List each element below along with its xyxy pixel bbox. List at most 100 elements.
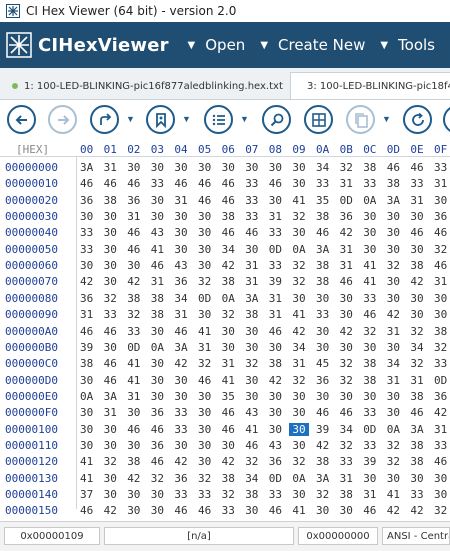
byte-cell[interactable]: 38 <box>410 390 430 403</box>
byte-cell[interactable]: 42 <box>222 259 242 272</box>
byte-cell[interactable]: 46 <box>316 226 336 239</box>
byte-cell[interactable]: 32 <box>292 374 312 387</box>
byte-cell[interactable]: 32 <box>387 439 407 452</box>
byte-cell[interactable]: 30 <box>151 488 171 501</box>
byte-cell[interactable]: 46 <box>127 226 147 239</box>
byte-cell[interactable]: 46 <box>269 504 289 517</box>
byte-cell[interactable]: 31 <box>127 210 147 223</box>
byte-cell[interactable]: 30 <box>222 161 242 174</box>
byte-cell[interactable]: 43 <box>245 406 265 419</box>
byte-cell[interactable]: 46 <box>104 325 124 338</box>
byte-cell[interactable]: 31 <box>434 275 450 288</box>
byte-cell[interactable]: 30 <box>316 292 336 305</box>
byte-cell[interactable]: 36 <box>316 374 336 387</box>
byte-cell[interactable]: 30 <box>316 325 336 338</box>
byte-cell[interactable]: 46 <box>434 455 450 468</box>
tab-file-1[interactable]: 1: 100-LED-BLINKING-pic16f877aledblinkin… <box>12 72 283 99</box>
byte-cell[interactable]: 41 <box>363 259 383 272</box>
byte-cell[interactable]: 30 <box>410 210 430 223</box>
byte-cell[interactable]: 46 <box>174 504 194 517</box>
byte-cell[interactable]: 3A <box>174 341 194 354</box>
byte-cell[interactable]: 30 <box>434 488 450 501</box>
byte-cell[interactable]: 30 <box>151 504 171 517</box>
byte-cell[interactable]: 32 <box>292 259 312 272</box>
byte-cell[interactable]: 32 <box>387 259 407 272</box>
byte-cell[interactable]: 30 <box>151 325 171 338</box>
byte-cell[interactable]: 0A <box>387 423 407 436</box>
byte-cell[interactable]: 30 <box>127 439 147 452</box>
byte-cell[interactable]: 31 <box>387 325 407 338</box>
selected-byte-cell[interactable]: 30 <box>289 422 310 436</box>
byte-cell[interactable]: 31 <box>269 308 289 321</box>
byte-cell[interactable]: 31 <box>198 341 218 354</box>
byte-cell[interactable]: 30 <box>387 292 407 305</box>
byte-cell[interactable]: 30 <box>151 194 171 207</box>
byte-cell[interactable]: 46 <box>269 177 289 190</box>
byte-cell[interactable]: 31 <box>269 292 289 305</box>
byte-cell[interactable]: 30 <box>434 194 450 207</box>
byte-cell[interactable]: 46 <box>104 374 124 387</box>
byte-cell[interactable]: 46 <box>198 194 218 207</box>
byte-cell[interactable]: 38 <box>363 161 383 174</box>
byte-cell[interactable]: 41 <box>80 472 100 485</box>
byte-cell[interactable]: 30 <box>104 423 124 436</box>
byte-cell[interactable]: 31 <box>104 406 124 419</box>
byte-cell[interactable]: 32 <box>387 455 407 468</box>
byte-cell[interactable]: 32 <box>292 210 312 223</box>
byte-cell[interactable]: 30 <box>245 390 265 403</box>
byte-cell[interactable]: 30 <box>127 488 147 501</box>
byte-cell[interactable]: 31 <box>127 390 147 403</box>
byte-cell[interactable]: 32 <box>363 325 383 338</box>
byte-cell[interactable]: 30 <box>245 341 265 354</box>
byte-cell[interactable]: 31 <box>292 357 312 370</box>
byte-cell[interactable]: 0D <box>340 194 360 207</box>
byte-cell[interactable]: 30 <box>292 439 312 452</box>
byte-cell[interactable]: 30 <box>387 226 407 239</box>
byte-cell[interactable]: 38 <box>363 374 383 387</box>
byte-cell[interactable]: 30 <box>151 390 171 403</box>
byte-cell[interactable]: 30 <box>245 243 265 256</box>
byte-cell[interactable]: 46 <box>222 194 242 207</box>
byte-cell[interactable]: 46 <box>127 423 147 436</box>
byte-cell[interactable]: 46 <box>340 275 360 288</box>
refresh-button[interactable] <box>403 105 432 134</box>
byte-cell[interactable]: 34 <box>316 161 336 174</box>
byte-cell[interactable]: 39 <box>80 341 100 354</box>
byte-cell[interactable]: 33 <box>316 177 336 190</box>
byte-cell[interactable]: 35 <box>222 390 242 403</box>
byte-cell[interactable]: 33 <box>410 488 430 501</box>
byte-cell[interactable]: 31 <box>434 423 450 436</box>
byte-cell[interactable]: 36 <box>151 406 171 419</box>
byte-cell[interactable]: 33 <box>174 406 194 419</box>
byte-cell[interactable]: 38 <box>245 308 265 321</box>
byte-cell[interactable]: 46 <box>151 455 171 468</box>
byte-cell[interactable]: 38 <box>245 488 265 501</box>
byte-cell[interactable]: 41 <box>292 504 312 517</box>
byte-cell[interactable]: 3A <box>316 472 336 485</box>
byte-cell[interactable]: 0A <box>80 390 100 403</box>
byte-cell[interactable]: 30 <box>222 341 242 354</box>
byte-cell[interactable]: 42 <box>269 374 289 387</box>
byte-cell[interactable]: 32 <box>151 472 171 485</box>
byte-cell[interactable]: 30 <box>198 390 218 403</box>
byte-cell[interactable]: 32 <box>340 374 360 387</box>
byte-cell[interactable]: 38 <box>222 210 242 223</box>
byte-cell[interactable]: 32 <box>340 161 360 174</box>
byte-cell[interactable]: 38 <box>127 455 147 468</box>
byte-cell[interactable]: 30 <box>198 161 218 174</box>
byte-cell[interactable]: 30 <box>269 423 289 436</box>
byte-cell[interactable]: 32 <box>434 504 450 517</box>
byte-cell[interactable]: 30 <box>80 259 100 272</box>
byte-cell[interactable]: 33 <box>245 194 265 207</box>
byte-cell[interactable]: 43 <box>151 226 171 239</box>
byte-cell[interactable]: 3A <box>387 194 407 207</box>
byte-cell[interactable]: 32 <box>127 308 147 321</box>
byte-cell[interactable]: 42 <box>434 406 450 419</box>
byte-cell[interactable]: 30 <box>151 357 171 370</box>
byte-cell[interactable]: 41 <box>363 275 383 288</box>
byte-cell[interactable]: 46 <box>198 177 218 190</box>
byte-cell[interactable]: 30 <box>127 504 147 517</box>
byte-cell[interactable]: 30 <box>410 472 430 485</box>
byte-cell[interactable]: 39 <box>269 275 289 288</box>
search-button[interactable] <box>262 105 291 134</box>
